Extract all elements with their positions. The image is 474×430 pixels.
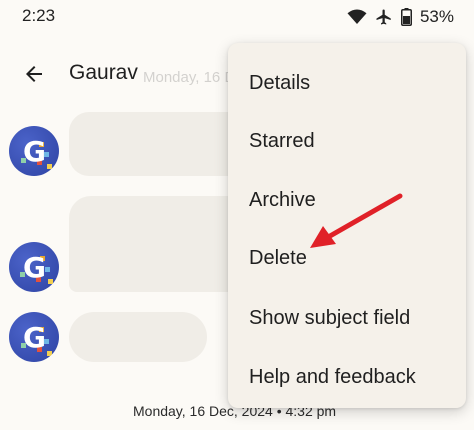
menu-item-label: Archive [249, 189, 316, 211]
avatar-letter: G [23, 320, 46, 354]
avatar-letter: G [23, 250, 46, 284]
wifi-icon [347, 9, 367, 25]
avatar[interactable]: G [9, 242, 59, 292]
menu-item-label: Starred [249, 130, 315, 152]
status-icons: 53% [347, 6, 454, 28]
menu-item-show-subject-field[interactable]: Show subject field [228, 289, 466, 348]
airplane-mode-icon [375, 8, 393, 26]
message-bubble[interactable] [69, 312, 207, 362]
message-bubble[interactable] [69, 196, 249, 292]
back-button[interactable] [14, 56, 54, 96]
menu-item-delete[interactable]: Delete [228, 229, 466, 288]
menu-item-label: Show subject field [249, 307, 411, 329]
message-bubble[interactable] [69, 112, 249, 176]
avatar[interactable]: G [9, 312, 59, 362]
status-time: 2:23 [22, 6, 56, 25]
overflow-menu: Details Starred Archive Delete Show subj… [228, 43, 466, 408]
menu-item-details[interactable]: Details [228, 54, 466, 113]
menu-item-label: Delete [249, 247, 307, 269]
menu-item-label: Details [249, 72, 311, 94]
arrow-back-icon [22, 62, 46, 91]
contact-name: Gaurav [69, 61, 138, 84]
menu-item-starred[interactable]: Starred [228, 112, 466, 171]
menu-item-help-and-feedback[interactable]: Help and feedback [228, 348, 466, 407]
avatar[interactable]: G [9, 126, 59, 176]
battery-percentage: 53% [419, 7, 454, 26]
battery-icon [400, 8, 412, 26]
menu-item-archive[interactable]: Archive [228, 171, 466, 230]
status-bar: 2:23 53% [0, 0, 474, 34]
menu-item-label: Help and feedback [249, 366, 416, 388]
avatar-letter: G [23, 134, 46, 168]
